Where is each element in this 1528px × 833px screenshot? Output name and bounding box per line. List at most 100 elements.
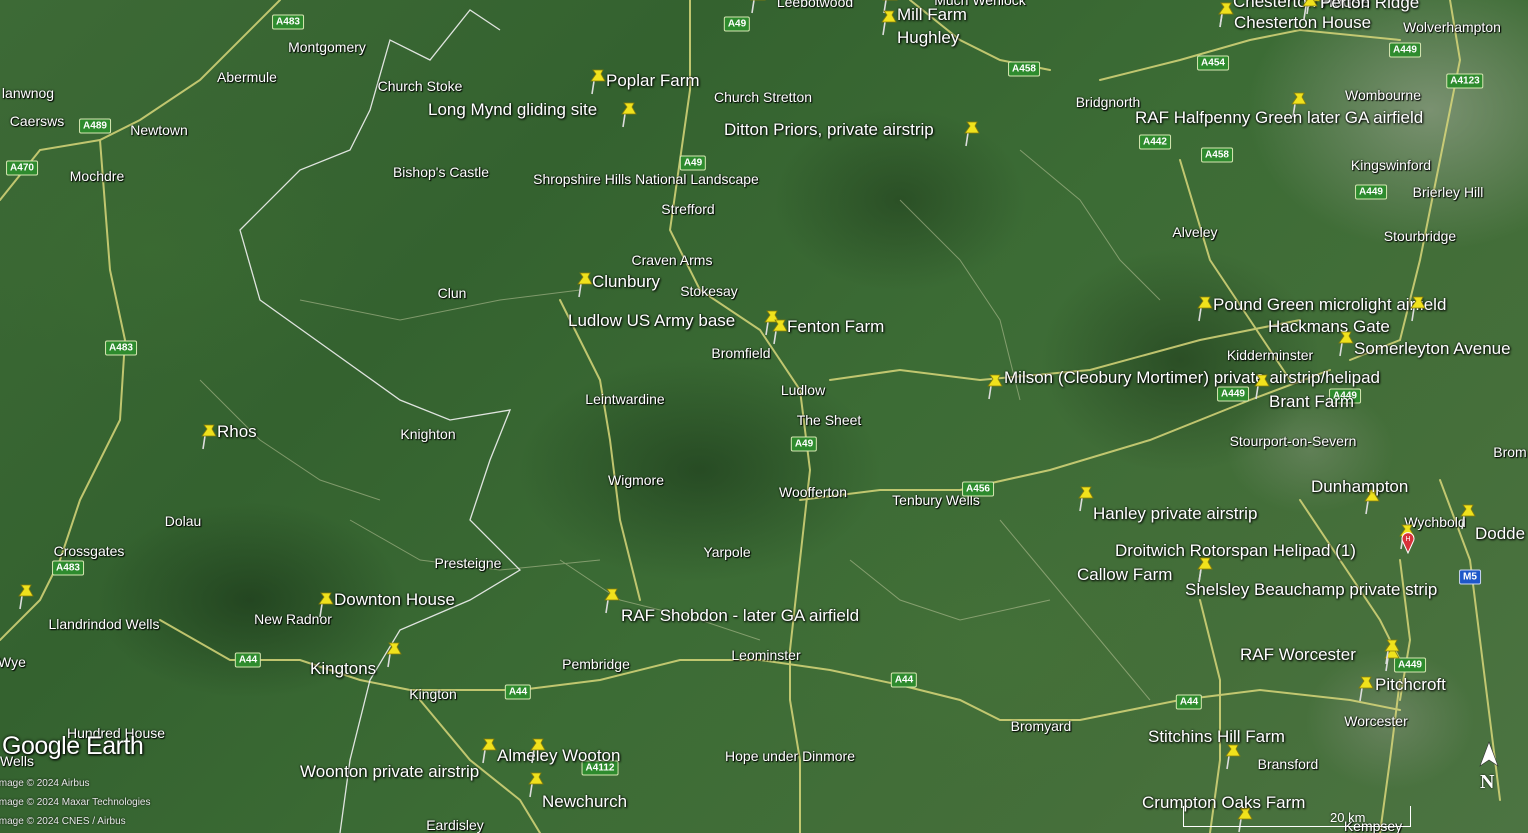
placemark-label[interactable]: Pitchcroft <box>1375 675 1446 695</box>
compass-label: N <box>1480 771 1495 793</box>
placemark-label[interactable]: Long Mynd gliding site <box>428 100 597 120</box>
pushpin-icon[interactable] <box>480 736 498 764</box>
placemark-label[interactable]: RAF Halfpenny Green later GA airfield <box>1135 108 1423 128</box>
pushpin-icon[interactable] <box>17 582 35 610</box>
place-label: Kidderminster <box>1226 347 1314 363</box>
place-label: Knighton <box>400 426 456 442</box>
place-label: lanwnog <box>1 85 55 101</box>
placemark-label[interactable]: Downton House <box>334 590 455 610</box>
pushpin-icon[interactable] <box>385 640 403 668</box>
google-earth-logo: Google Earth <box>2 732 144 760</box>
scale-bar <box>1183 806 1411 827</box>
place-label: Bromfield <box>711 345 771 361</box>
place-label: Eardisley <box>426 817 484 833</box>
place-label: Llandrindod Wells <box>48 616 160 632</box>
placemark-label[interactable]: Milson (Cleobury Mortimer) private airst… <box>1004 368 1380 388</box>
road-shield: A458 <box>1201 147 1233 163</box>
place-label: Stokesay <box>680 283 738 299</box>
place-label: Bridgnorth <box>1075 94 1141 110</box>
place-label: Bromyard <box>1010 718 1072 734</box>
pushpin-icon[interactable] <box>749 0 767 14</box>
placemark-label[interactable]: Droitwich Rotorspan Helipad (1) <box>1115 541 1356 561</box>
road-shield: A44 <box>504 684 532 700</box>
pushpin-icon[interactable] <box>1196 294 1214 322</box>
satellite-map[interactable]: Montgomery Abermule Church Stoke lanwnog Cae… <box>0 0 1528 833</box>
pushpin-icon[interactable] <box>1301 0 1319 20</box>
red-marker-icon[interactable]: H <box>1400 530 1416 554</box>
pushpin-icon[interactable] <box>620 100 638 128</box>
road-shield: A456 <box>962 481 994 497</box>
placemark-label[interactable]: Dunhampton <box>1311 477 1408 497</box>
placemark-label[interactable]: Ditton Priors, private airstrip <box>724 120 934 140</box>
place-label: Crossgates <box>53 543 125 559</box>
place-label: Woofferton <box>779 484 847 500</box>
placemark-label[interactable]: Mill Farm <box>897 5 967 25</box>
road-shield: A489 <box>79 118 111 134</box>
placemark-label[interactable]: Perton Ridge <box>1320 0 1419 13</box>
placemark-label[interactable]: Hughley <box>897 28 959 48</box>
road-shield: A449 <box>1217 386 1249 402</box>
place-label: Caersws <box>9 113 65 129</box>
scale-label: 20 km <box>1330 810 1366 825</box>
placemark-label[interactable]: Newchurch <box>542 792 627 812</box>
imagery-credit: Image © 2024 Maxar Technologies <box>0 797 151 808</box>
place-label: Shropshire Hills National Landscape <box>533 171 759 187</box>
place-label: Ludlow <box>780 382 826 398</box>
pushpin-icon[interactable] <box>1357 674 1375 702</box>
pushpin-icon[interactable] <box>603 586 621 614</box>
place-label: Hope under Dinmore <box>725 748 855 764</box>
road-shield: A483 <box>52 560 84 576</box>
pushpin-icon[interactable] <box>963 119 981 147</box>
road-shield: A49 <box>679 155 707 171</box>
pushpin-icon[interactable] <box>317 590 335 618</box>
placemark-label[interactable]: Poplar Farm <box>606 71 700 91</box>
placemark-label[interactable]: Brant Farm <box>1269 392 1354 412</box>
pushpin-icon[interactable] <box>200 422 218 450</box>
place-label: Wolverhampton <box>1403 19 1501 35</box>
pushpin-icon[interactable] <box>880 8 898 36</box>
placemark-label[interactable]: Kingtons <box>310 659 376 679</box>
placemark-label[interactable]: Stitchins Hill Farm <box>1148 727 1285 747</box>
road-shield: A449 <box>1389 42 1421 58</box>
pushpin-icon[interactable] <box>1217 0 1235 28</box>
placemark-label[interactable]: Hanley private airstrip <box>1093 504 1257 524</box>
imagery-credit: Image © 2024 CNES / Airbus <box>0 816 126 827</box>
road-shield: A483 <box>272 14 304 30</box>
placemark-label[interactable]: Fenton Farm <box>787 317 884 337</box>
placemark-label[interactable]: Hackmans Gate <box>1268 317 1390 337</box>
place-label: Presteigne <box>434 555 502 571</box>
placemark-label[interactable]: Woonton private airstrip <box>300 762 479 782</box>
placemark-label[interactable]: RAF Shobdon - later GA airfield <box>621 606 859 626</box>
placemark-label[interactable]: Callow Farm <box>1077 565 1172 585</box>
pushpin-icon[interactable] <box>1196 555 1214 583</box>
pushpin-icon[interactable] <box>589 67 607 95</box>
place-label: The Sheet <box>796 412 862 428</box>
placemark-label[interactable]: Dodde <box>1475 524 1525 544</box>
place-label: Leominster <box>731 647 801 663</box>
place-label: Wigmore <box>607 472 665 488</box>
road-shield: A442 <box>1139 134 1171 150</box>
pushpin-icon[interactable] <box>1409 294 1427 322</box>
pushpin-icon[interactable] <box>986 372 1004 400</box>
placemark-label[interactable]: Shelsley Beauchamp private strip <box>1185 580 1437 600</box>
placemark-label[interactable]: Somerleyton Avenue <box>1354 339 1511 359</box>
pushpin-icon[interactable] <box>1337 329 1355 357</box>
place-label: Worcester <box>1344 713 1408 729</box>
road-shield: A49 <box>723 16 751 32</box>
road-shield: A44 <box>890 672 918 688</box>
road-shield: A4123 <box>1446 73 1484 89</box>
place-label: Stourbridge <box>1383 228 1457 244</box>
placemark-label[interactable]: RAF Worcester <box>1240 645 1356 665</box>
place-label: Stourport-on-Severn <box>1229 433 1357 449</box>
placemark-label[interactable]: Almeley Wooton <box>497 746 620 766</box>
svg-text:H: H <box>1405 536 1410 543</box>
placemark-label[interactable]: Ludlow US Army base <box>568 311 735 331</box>
pushpin-icon[interactable] <box>529 736 547 764</box>
pushpin-icon[interactable] <box>1383 637 1401 665</box>
road-shield: A449 <box>1355 184 1387 200</box>
placemark-label[interactable]: Rhos <box>217 422 257 442</box>
place-label: Leintwardine <box>585 391 665 407</box>
imagery-credit: Image © 2024 Airbus <box>0 778 90 789</box>
placemark-label[interactable]: Clunbury <box>592 272 660 292</box>
place-label: Church Stoke <box>377 78 463 94</box>
